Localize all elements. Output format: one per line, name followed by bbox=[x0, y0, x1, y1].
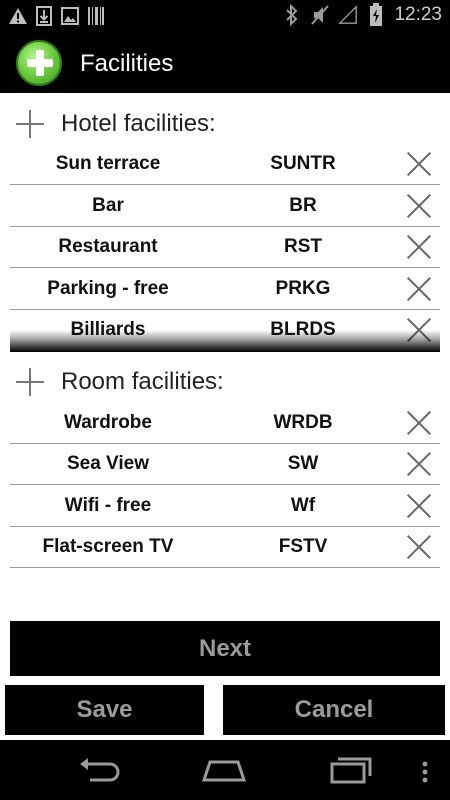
facility-name: Sun terrace bbox=[55, 153, 161, 174]
hotel-facility-row[interactable]: Parking - free PRKG bbox=[10, 268, 440, 310]
barcode-icon bbox=[86, 5, 106, 27]
content-area: Hotel facilities: Sun terrace SUNTR Bar … bbox=[0, 93, 450, 740]
facility-name: Wardrobe bbox=[64, 412, 152, 433]
facility-code: SUNTR bbox=[270, 153, 336, 174]
back-icon[interactable] bbox=[76, 754, 124, 786]
download-icon bbox=[34, 5, 54, 27]
room-facility-row[interactable]: Flat-screen TV FSTV bbox=[10, 526, 440, 568]
status-bar: 12:23 bbox=[0, 0, 450, 33]
home-icon[interactable] bbox=[200, 754, 248, 786]
add-hotel-facility-icon[interactable] bbox=[14, 108, 46, 140]
hotel-facility-row[interactable]: Sun terrace SUNTR bbox=[10, 143, 440, 185]
facility-code: SW bbox=[287, 453, 319, 474]
battery-charging-icon bbox=[366, 3, 386, 26]
facility-code: WRDB bbox=[273, 412, 333, 433]
room-facilities-title: Room facilities: bbox=[61, 368, 224, 395]
next-button[interactable]: Next bbox=[10, 621, 440, 676]
facility-name: Sea View bbox=[66, 453, 150, 474]
room-facility-row[interactable]: Wardrobe WRDB bbox=[10, 402, 440, 444]
bluetooth-icon bbox=[282, 4, 302, 26]
facility-name: Flat-screen TV bbox=[42, 536, 174, 557]
warning-icon bbox=[8, 5, 28, 27]
delete-icon[interactable] bbox=[406, 410, 432, 436]
hotel-facilities-title: Hotel facilities: bbox=[61, 110, 216, 137]
add-room-facility-icon[interactable] bbox=[14, 366, 46, 398]
facility-name: Parking - free bbox=[47, 278, 169, 299]
facility-code: BR bbox=[289, 195, 317, 216]
delete-icon[interactable] bbox=[406, 534, 432, 560]
action-bar: Facilities bbox=[0, 33, 450, 93]
signal-icon bbox=[338, 4, 358, 26]
mute-icon bbox=[310, 4, 330, 26]
list-scroll-fade bbox=[10, 330, 440, 352]
recent-apps-icon[interactable] bbox=[328, 754, 376, 786]
facility-code: Wf bbox=[290, 495, 316, 516]
delete-icon[interactable] bbox=[406, 493, 432, 519]
delete-icon[interactable] bbox=[406, 234, 432, 260]
image-icon bbox=[60, 5, 80, 27]
navigation-bar bbox=[0, 740, 450, 800]
hotel-facilities-header: Hotel facilities: bbox=[0, 102, 450, 146]
facility-code: PRKG bbox=[275, 278, 331, 299]
hotel-facility-row[interactable]: Bar BR bbox=[10, 185, 440, 227]
facility-name: Restaurant bbox=[58, 236, 158, 257]
delete-icon[interactable] bbox=[406, 151, 432, 177]
room-facility-row[interactable]: Sea View SW bbox=[10, 443, 440, 485]
delete-icon[interactable] bbox=[406, 193, 432, 219]
delete-icon[interactable] bbox=[406, 451, 432, 477]
hotel-facility-row[interactable]: Restaurant RST bbox=[10, 226, 440, 268]
facility-code: FSTV bbox=[278, 536, 328, 557]
cancel-button[interactable]: Cancel bbox=[223, 685, 445, 735]
add-circle-icon[interactable] bbox=[16, 40, 62, 86]
room-facility-row[interactable]: Wifi - free Wf bbox=[10, 485, 440, 527]
room-facilities-header: Room facilities: bbox=[0, 360, 450, 404]
facility-code: RST bbox=[284, 236, 322, 257]
facility-name: Wifi - free bbox=[64, 495, 152, 516]
delete-icon[interactable] bbox=[406, 276, 432, 302]
facility-name: Bar bbox=[92, 195, 124, 216]
page-title: Facilities bbox=[80, 50, 174, 77]
save-button[interactable]: Save bbox=[5, 685, 204, 735]
overflow-menu-icon[interactable] bbox=[418, 760, 432, 784]
status-time: 12:23 bbox=[394, 4, 442, 25]
